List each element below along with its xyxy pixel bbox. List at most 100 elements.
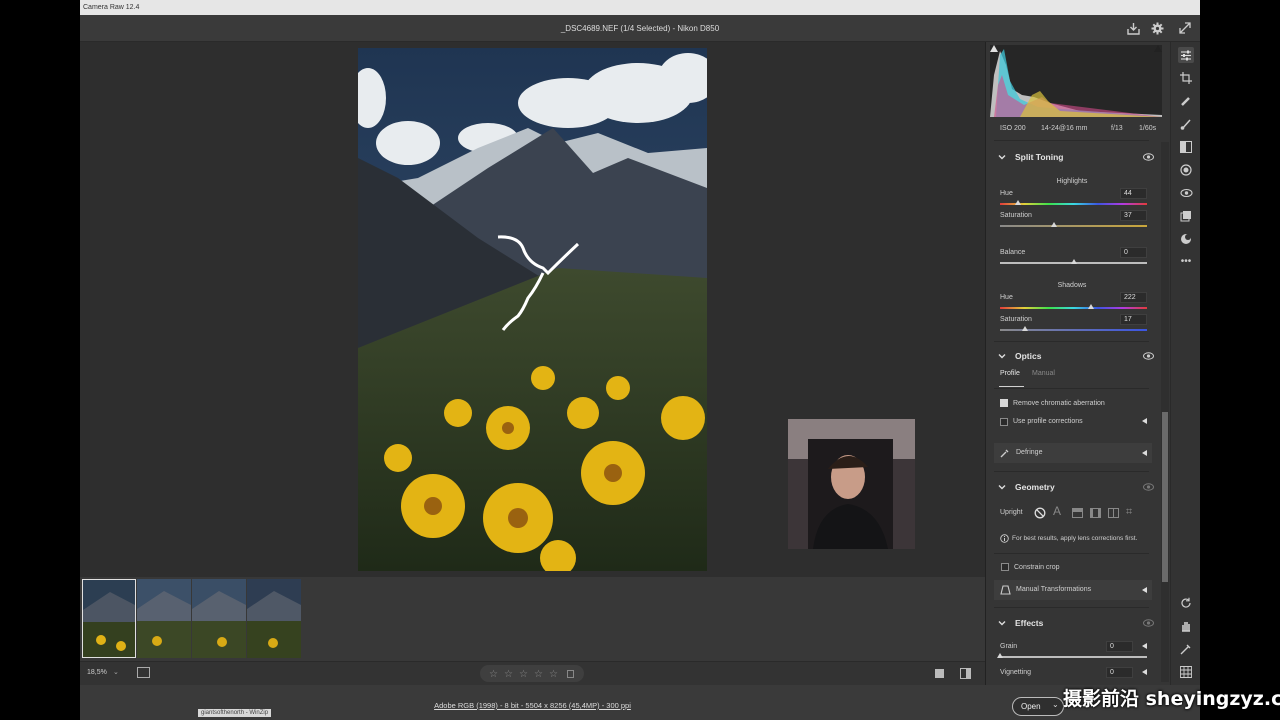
star-rating-2-icon[interactable]: ☆ [504, 669, 513, 680]
balance-value[interactable]: 0 [1120, 247, 1147, 258]
shadows-hue-slider-handle[interactable] [1088, 304, 1095, 309]
open-button[interactable]: Open ⌄ [1012, 697, 1064, 716]
vignetting-label: Vignetting [1000, 669, 1032, 676]
filmstrip-thumbnail-4[interactable] [247, 579, 301, 658]
eye-icon[interactable] [1143, 152, 1154, 162]
zoom-level[interactable]: 18,5% [87, 669, 107, 676]
highlights-saturation-slider[interactable] [1000, 225, 1147, 227]
chevron-down-icon[interactable]: ⌄ [1052, 700, 1059, 709]
grain-slider[interactable] [1000, 656, 1147, 658]
radial-filter-icon[interactable] [1178, 162, 1194, 178]
shadow-clipping-toggle[interactable] [990, 45, 998, 52]
highlight-clipping-toggle[interactable] [1154, 45, 1162, 52]
save-image-icon[interactable] [1125, 20, 1141, 36]
chevron-down-icon [998, 621, 1006, 626]
single-view-icon[interactable] [935, 669, 944, 678]
balance-label: Balance [1000, 249, 1026, 256]
effects-header[interactable]: Effects [986, 612, 1156, 634]
red-eye-icon[interactable] [1178, 185, 1194, 201]
upright-auto-icon[interactable]: A [1053, 504, 1061, 518]
hand-tool-icon[interactable] [1178, 618, 1194, 634]
highlights-hue-slider-handle[interactable] [1014, 200, 1021, 205]
star-rating-1-icon[interactable]: ☆ [489, 669, 498, 680]
defringe-row[interactable]: Defringe [994, 443, 1152, 463]
color-sampler-icon[interactable] [1178, 641, 1194, 657]
tab-manual[interactable]: Manual [1032, 370, 1055, 377]
expand-triangle-icon[interactable] [1142, 643, 1147, 649]
compare-mode-icon[interactable] [137, 667, 150, 678]
chevron-down-icon[interactable]: ⌄ [113, 668, 119, 676]
optics-header[interactable]: Optics [986, 345, 1156, 367]
trash-icon[interactable] [567, 670, 574, 678]
chevron-down-icon [998, 155, 1006, 160]
eye-icon[interactable] [1143, 351, 1154, 361]
balance-slider-handle[interactable] [1070, 259, 1077, 264]
grid-overlay-icon[interactable] [1178, 664, 1194, 680]
lens-value: 14-24@16 mm [1041, 125, 1088, 132]
panel-scrollbar[interactable] [1161, 142, 1169, 682]
tab-profile[interactable]: Profile [1000, 370, 1020, 377]
vignetting-value[interactable]: 0 [1106, 667, 1133, 678]
shadows-hue-value[interactable]: 222 [1120, 292, 1147, 303]
site-watermark: 摄影前沿 sheyingzyz.com [1063, 688, 1280, 710]
expand-triangle-icon[interactable] [1142, 418, 1147, 424]
highlights-hue-slider[interactable] [1000, 203, 1147, 205]
graduated-filter-icon[interactable] [1178, 139, 1194, 155]
shadows-hue-label: Hue [1000, 294, 1013, 301]
filmstrip-thumbnail-1[interactable] [82, 579, 136, 658]
healing-brush-icon[interactable] [1178, 93, 1194, 109]
adjustment-brush-icon[interactable] [1178, 116, 1194, 132]
upright-label: Upright [1000, 509, 1023, 516]
constrain-crop-checkbox[interactable] [1001, 563, 1009, 571]
filmstrip-thumbnail-3[interactable] [192, 579, 246, 658]
preview-canvas[interactable] [80, 42, 985, 577]
filmstrip-thumbnail-2[interactable] [137, 579, 191, 658]
chevron-down-icon [998, 354, 1006, 359]
eye-icon[interactable] [1143, 482, 1154, 492]
scrollbar-thumb[interactable] [1162, 412, 1168, 582]
grain-label: Grain [1000, 643, 1018, 650]
optics-title: Optics [1015, 351, 1042, 361]
edit-sliders-icon[interactable] [1178, 47, 1194, 63]
upright-full-icon[interactable] [1108, 508, 1119, 518]
highlights-hue-value[interactable]: 44 [1120, 188, 1147, 199]
star-rating-4-icon[interactable]: ☆ [534, 669, 543, 680]
workflow-options-link[interactable]: Adobe RGB (1998) - 8 bit - 5504 x 8256 (… [80, 701, 985, 710]
highlights-subtitle: Highlights [1056, 178, 1088, 185]
rotate-icon[interactable] [1178, 595, 1194, 611]
remove-ca-label: Remove chromatic aberration [1013, 400, 1105, 407]
shadows-subtitle: Shadows [1057, 282, 1087, 289]
eye-icon[interactable] [1143, 618, 1154, 628]
rating-bar: ☆ ☆ ☆ ☆ ☆ [480, 665, 584, 682]
profile-corrections-checkbox[interactable] [1000, 418, 1008, 426]
upright-vertical-icon[interactable] [1090, 508, 1101, 518]
defringe-label: Defringe [1016, 449, 1043, 456]
star-rating-5-icon[interactable]: ☆ [549, 669, 558, 680]
before-after-view-icon[interactable] [960, 668, 971, 679]
photo-preview[interactable] [358, 48, 707, 571]
fullscreen-icon[interactable] [1177, 20, 1193, 36]
shadows-hue-slider[interactable] [1000, 307, 1147, 309]
grain-value[interactable]: 0 [1106, 641, 1133, 652]
more-options-icon[interactable]: ••• [1178, 254, 1194, 270]
upright-level-icon[interactable] [1072, 508, 1083, 518]
presets-icon[interactable] [1178, 231, 1194, 247]
gear-icon[interactable] [1149, 20, 1165, 36]
grain-slider-handle[interactable] [997, 653, 1003, 658]
highlights-saturation-slider-handle[interactable] [1051, 222, 1058, 227]
shadows-saturation-value[interactable]: 17 [1120, 314, 1147, 325]
top-bar: _DSC4689.NEF (1/4 Selected) - Nikon D850 [80, 15, 1200, 42]
crop-icon[interactable] [1178, 70, 1194, 86]
highlights-saturation-value[interactable]: 37 [1120, 210, 1147, 221]
manual-transformations-row[interactable]: Manual Transformations [994, 580, 1152, 600]
snapshots-icon[interactable] [1178, 208, 1194, 224]
remove-ca-checkbox[interactable] [1000, 399, 1008, 407]
geometry-header[interactable]: Geometry [986, 476, 1156, 498]
upright-guided-icon[interactable]: ⌗ [1126, 506, 1132, 519]
star-rating-3-icon[interactable]: ☆ [519, 669, 528, 680]
geometry-title: Geometry [1015, 482, 1055, 492]
expand-triangle-icon[interactable] [1142, 669, 1147, 675]
shadows-saturation-slider-handle[interactable] [1021, 326, 1028, 331]
split-toning-header[interactable]: Split Toning [986, 146, 1156, 168]
upright-off-icon[interactable] [1034, 507, 1046, 519]
